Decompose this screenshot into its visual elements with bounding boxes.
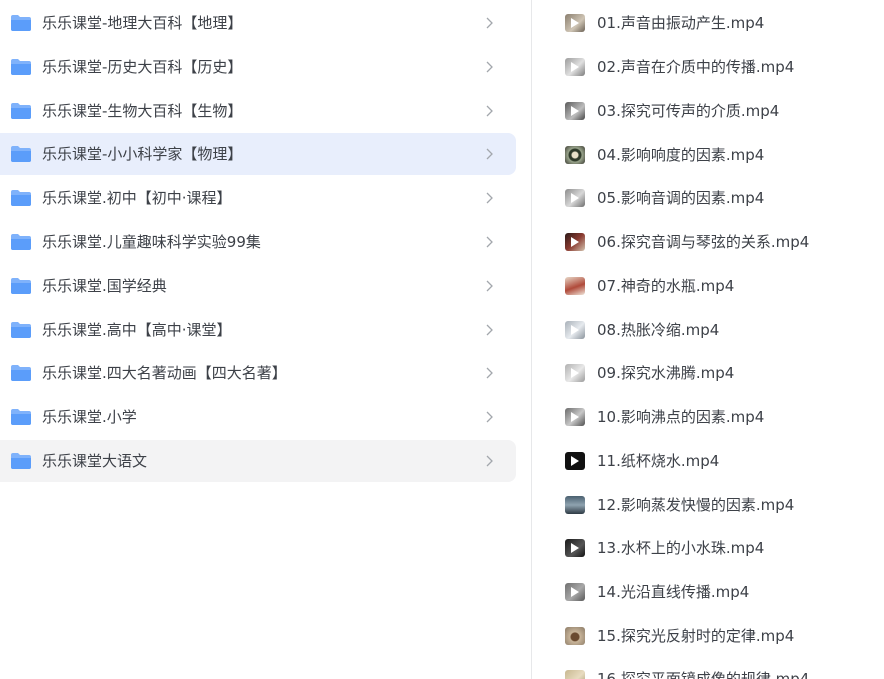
folder-icon xyxy=(11,146,31,162)
file-item[interactable]: 07.神奇的水瓶.mp4 xyxy=(532,266,884,306)
video-thumbnail-icon xyxy=(565,583,585,601)
chevron-right-icon xyxy=(486,411,493,423)
folder-label: 乐乐课堂-生物大百科【生物】 xyxy=(42,102,243,120)
folder-item[interactable]: 乐乐课堂.小学 xyxy=(0,396,516,438)
folder-item[interactable]: 乐乐课堂-生物大百科【生物】 xyxy=(0,90,516,132)
video-thumbnail-icon xyxy=(565,364,585,382)
folder-item[interactable]: 乐乐课堂-地理大百科【地理】 xyxy=(0,2,516,44)
video-thumbnail-icon xyxy=(565,146,585,164)
video-thumbnail-icon xyxy=(565,452,585,470)
file-item[interactable]: 13.水杯上的小水珠.mp4 xyxy=(532,528,884,568)
file-list: 01.声音由振动产生.mp4 02.声音在介质中的传播.mp4 03.探究可传声… xyxy=(532,0,884,679)
folder-item[interactable]: 乐乐课堂.儿童趣味科学实验99集 xyxy=(0,221,516,263)
file-item[interactable]: 16.探究平面镜成像的规律.mp4 xyxy=(532,659,884,679)
file-item[interactable]: 12.影响蒸发快慢的因素.mp4 xyxy=(532,485,884,525)
file-item[interactable]: 15.探究光反射时的定律.mp4 xyxy=(532,616,884,656)
folder-icon xyxy=(11,103,31,119)
file-label: 06.探究音调与琴弦的关系.mp4 xyxy=(597,233,810,251)
folder-icon xyxy=(11,234,31,250)
file-label: 16.探究平面镜成像的规律.mp4 xyxy=(597,670,810,679)
file-item[interactable]: 14.光沿直线传播.mp4 xyxy=(532,572,884,612)
file-browser: 乐乐课堂-地理大百科【地理】 乐乐课堂-历史大百科【历史】 乐乐课堂-生物大百科… xyxy=(0,0,884,679)
file-label: 08.热胀冷缩.mp4 xyxy=(597,321,720,339)
folder-label: 乐乐课堂-历史大百科【历史】 xyxy=(42,58,243,76)
folder-label: 乐乐课堂大语文 xyxy=(42,452,148,470)
folder-item[interactable]: 乐乐课堂.初中【初中·课程】 xyxy=(0,177,516,219)
file-item[interactable]: 03.探究可传声的介质.mp4 xyxy=(532,91,884,131)
chevron-right-icon xyxy=(486,324,493,336)
video-thumbnail-icon xyxy=(565,14,585,32)
folder-label: 乐乐课堂.国学经典 xyxy=(42,277,167,295)
chevron-right-icon xyxy=(486,17,493,29)
chevron-right-icon xyxy=(486,236,493,248)
folder-icon xyxy=(11,453,31,469)
folder-icon xyxy=(11,59,31,75)
file-label: 14.光沿直线传播.mp4 xyxy=(597,583,750,601)
video-thumbnail-icon xyxy=(565,58,585,76)
folder-list: 乐乐课堂-地理大百科【地理】 乐乐课堂-历史大百科【历史】 乐乐课堂-生物大百科… xyxy=(0,0,524,679)
folder-icon xyxy=(11,190,31,206)
folder-item[interactable]: 乐乐课堂.四大名著动画【四大名著】 xyxy=(0,352,516,394)
file-item[interactable]: 05.影响音调的因素.mp4 xyxy=(532,178,884,218)
folder-icon xyxy=(11,365,31,381)
video-thumbnail-icon xyxy=(565,408,585,426)
file-item[interactable]: 10.影响沸点的因素.mp4 xyxy=(532,397,884,437)
file-label: 07.神奇的水瓶.mp4 xyxy=(597,277,735,295)
folder-label: 乐乐课堂-地理大百科【地理】 xyxy=(42,14,243,32)
file-label: 11.纸杯烧水.mp4 xyxy=(597,452,720,470)
video-thumbnail-icon xyxy=(565,321,585,339)
chevron-right-icon xyxy=(486,105,493,117)
file-label: 01.声音由振动产生.mp4 xyxy=(597,14,765,32)
video-thumbnail-icon xyxy=(565,539,585,557)
video-thumbnail-icon xyxy=(565,627,585,645)
file-label: 15.探究光反射时的定律.mp4 xyxy=(597,627,795,645)
folder-label: 乐乐课堂.小学 xyxy=(42,408,137,426)
folder-item[interactable]: 乐乐课堂.高中【高中·课堂】 xyxy=(0,309,516,351)
file-label: 05.影响音调的因素.mp4 xyxy=(597,189,765,207)
folder-item[interactable]: 乐乐课堂-历史大百科【历史】 xyxy=(0,46,516,88)
video-thumbnail-icon xyxy=(565,102,585,120)
folder-label: 乐乐课堂.四大名著动画【四大名著】 xyxy=(42,364,287,382)
video-thumbnail-icon xyxy=(565,189,585,207)
file-item[interactable]: 09.探究水沸腾.mp4 xyxy=(532,353,884,393)
file-item[interactable]: 08.热胀冷缩.mp4 xyxy=(532,310,884,350)
file-item[interactable]: 02.声音在介质中的传播.mp4 xyxy=(532,47,884,87)
chevron-right-icon xyxy=(486,455,493,467)
chevron-right-icon xyxy=(486,192,493,204)
folder-label: 乐乐课堂-小小科学家【物理】 xyxy=(42,145,243,163)
folder-icon xyxy=(11,278,31,294)
file-label: 03.探究可传声的介质.mp4 xyxy=(597,102,780,120)
chevron-right-icon xyxy=(486,367,493,379)
folder-item-hovered[interactable]: 乐乐课堂大语文 xyxy=(0,440,516,482)
file-item[interactable]: 04.影响响度的因素.mp4 xyxy=(532,135,884,175)
folder-icon xyxy=(11,409,31,425)
video-thumbnail-icon xyxy=(565,670,585,679)
file-label: 02.声音在介质中的传播.mp4 xyxy=(597,58,795,76)
file-label: 13.水杯上的小水珠.mp4 xyxy=(597,539,765,557)
video-thumbnail-icon xyxy=(565,277,585,295)
file-item[interactable]: 06.探究音调与琴弦的关系.mp4 xyxy=(532,222,884,262)
folder-icon xyxy=(11,322,31,338)
chevron-right-icon xyxy=(486,280,493,292)
file-item[interactable]: 01.声音由振动产生.mp4 xyxy=(532,3,884,43)
folder-label: 乐乐课堂.高中【高中·课堂】 xyxy=(42,321,232,339)
folder-label: 乐乐课堂.儿童趣味科学实验99集 xyxy=(42,233,261,251)
folder-label: 乐乐课堂.初中【初中·课程】 xyxy=(42,189,232,207)
file-label: 10.影响沸点的因素.mp4 xyxy=(597,408,765,426)
file-item[interactable]: 11.纸杯烧水.mp4 xyxy=(532,441,884,481)
file-label: 09.探究水沸腾.mp4 xyxy=(597,364,735,382)
folder-item-selected[interactable]: 乐乐课堂-小小科学家【物理】 xyxy=(0,133,516,175)
folder-icon xyxy=(11,15,31,31)
video-thumbnail-icon xyxy=(565,496,585,514)
folder-item[interactable]: 乐乐课堂.国学经典 xyxy=(0,265,516,307)
file-label: 04.影响响度的因素.mp4 xyxy=(597,146,765,164)
chevron-right-icon xyxy=(486,148,493,160)
video-thumbnail-icon xyxy=(565,233,585,251)
file-label: 12.影响蒸发快慢的因素.mp4 xyxy=(597,496,795,514)
chevron-right-icon xyxy=(486,61,493,73)
